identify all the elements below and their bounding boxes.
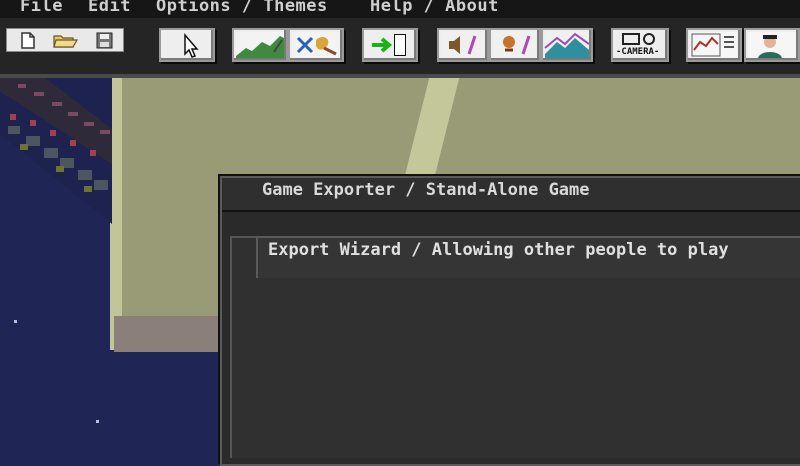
camera-label: -CAMERA-: [616, 47, 660, 57]
dialog-title: Game Exporter / Stand-Alone Game: [262, 180, 590, 200]
camera-tool-button[interactable]: -CAMERA-: [611, 28, 669, 62]
open-folder-button[interactable]: [51, 31, 79, 50]
save-icon: [96, 32, 113, 49]
save-button[interactable]: [91, 31, 119, 50]
cursor-icon: [184, 32, 199, 58]
open-folder-icon: [53, 35, 79, 48]
exit-button[interactable]: [362, 28, 418, 62]
toolbar: -CAMERA-: [0, 18, 800, 78]
select-tool-button[interactable]: [159, 28, 215, 62]
wizard-title: Export Wizard / Allowing other people to…: [268, 240, 729, 260]
scenery-tool-button[interactable]: [541, 28, 593, 62]
scene-ground: [114, 316, 224, 352]
menu-bar: File Edit Options / Themes Help / About: [0, 0, 800, 18]
menu-edit[interactable]: Edit: [88, 0, 131, 15]
terrain-tool-button[interactable]: [232, 28, 288, 62]
exit-door-icon: [372, 34, 406, 56]
effects-icon: [493, 32, 537, 58]
menu-options-themes[interactable]: Options / Themes: [156, 0, 328, 15]
scene-star: [96, 420, 99, 423]
character-tool-button[interactable]: [744, 28, 800, 62]
scene-bridge: [0, 74, 112, 224]
character-icon: [748, 32, 796, 58]
effects-tool-button[interactable]: [489, 28, 541, 62]
export-wizard-panel: Export Wizard / Allowing other people to…: [230, 236, 800, 458]
wizard-header: Export Wizard / Allowing other people to…: [256, 236, 800, 278]
new-file-icon: [21, 32, 35, 49]
dialog-titlebar[interactable]: Game Exporter / Stand-Alone Game: [222, 178, 800, 212]
graph-tool-button[interactable]: [686, 28, 742, 62]
graph-icon: [690, 32, 738, 58]
menu-help-about[interactable]: Help / About: [370, 0, 499, 15]
sound-icon: [441, 32, 485, 58]
toolbar-divider: [0, 74, 800, 78]
paint-icon: [292, 32, 340, 58]
landscape-icon: [236, 32, 284, 58]
paint-tool-button[interactable]: [288, 28, 344, 62]
sound-tool-button[interactable]: [437, 28, 489, 62]
scene-star: [14, 320, 17, 323]
file-tools: [6, 28, 124, 52]
mountains-icon: [544, 32, 590, 58]
new-file-button[interactable]: [13, 31, 41, 50]
menu-file[interactable]: File: [20, 0, 63, 15]
